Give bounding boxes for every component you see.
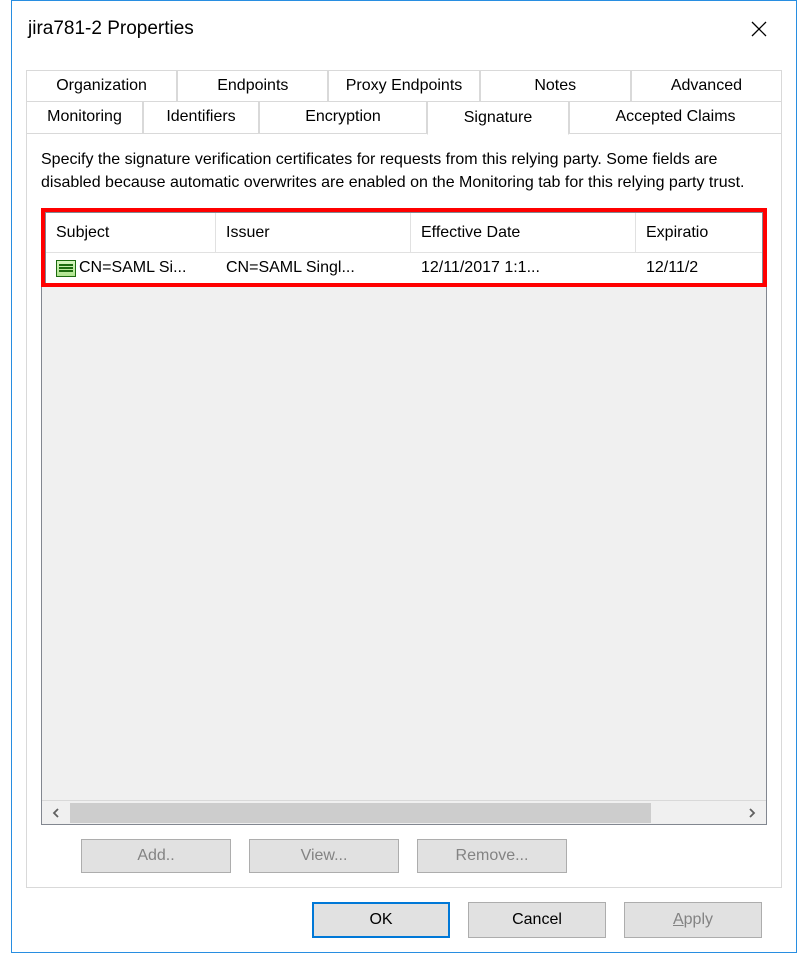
tab-monitoring[interactable]: Monitoring — [26, 101, 143, 134]
tab-notes[interactable]: Notes — [480, 70, 631, 101]
certificate-icon — [56, 260, 76, 277]
dialog-buttons: OK Cancel Apply — [26, 888, 782, 938]
cert-table-header: Subject Issuer Effective Date Expiratio — [46, 213, 762, 253]
cancel-button[interactable]: Cancel — [468, 902, 606, 938]
apply-button: Apply — [624, 902, 762, 938]
cert-table-empty-area — [42, 287, 766, 800]
cert-table-body-empty — [41, 287, 767, 825]
properties-dialog: jira781-2 Properties Organization Endpoi… — [11, 0, 797, 953]
add-button: Add.. — [81, 839, 231, 873]
cell-issuer: CN=SAML Singl... — [216, 253, 411, 283]
tab-signature[interactable]: Signature — [427, 101, 569, 135]
tab-panel-signature: Specify the signature verification certi… — [26, 133, 782, 888]
tab-container: Organization Endpoints Proxy Endpoints N… — [26, 70, 782, 888]
certificate-highlight: Subject Issuer Effective Date Expiratio … — [41, 208, 767, 287]
tab-accepted-claims[interactable]: Accepted Claims — [569, 101, 782, 134]
cert-action-buttons: Add.. View... Remove... — [81, 839, 767, 873]
window-title: jira781-2 Properties — [28, 18, 194, 40]
tab-advanced[interactable]: Advanced — [631, 70, 782, 101]
scroll-right-icon[interactable] — [738, 801, 766, 825]
remove-button: Remove... — [417, 839, 567, 873]
dialog-body: Organization Endpoints Proxy Endpoints N… — [12, 56, 796, 952]
titlebar: jira781-2 Properties — [12, 1, 796, 56]
tab-identifiers[interactable]: Identifiers — [143, 101, 259, 134]
tab-encryption[interactable]: Encryption — [259, 101, 427, 134]
scroll-track[interactable] — [70, 803, 738, 823]
horizontal-scrollbar[interactable] — [42, 800, 766, 824]
col-effective-date[interactable]: Effective Date — [411, 213, 636, 252]
cell-expiration: 12/11/2 — [636, 253, 746, 283]
tab-proxy-endpoints[interactable]: Proxy Endpoints — [328, 70, 479, 101]
col-expiration[interactable]: Expiratio — [636, 213, 746, 252]
view-button: View... — [249, 839, 399, 873]
scroll-left-icon[interactable] — [42, 801, 70, 825]
tab-endpoints[interactable]: Endpoints — [177, 70, 328, 101]
ok-button[interactable]: OK — [312, 902, 450, 938]
close-icon[interactable] — [738, 13, 780, 45]
cell-subject: CN=SAML Si... — [46, 253, 216, 283]
tab-row-2: Monitoring Identifiers Encryption Signat… — [26, 101, 782, 134]
cert-table-row[interactable]: CN=SAML Si... CN=SAML Singl... 12/11/201… — [46, 253, 762, 283]
cell-effective: 12/11/2017 1:1... — [411, 253, 636, 283]
col-issuer[interactable]: Issuer — [216, 213, 411, 252]
tab-organization[interactable]: Organization — [26, 70, 177, 101]
col-subject[interactable]: Subject — [46, 213, 216, 252]
cell-subject-text: CN=SAML Si... — [79, 259, 186, 277]
scroll-thumb[interactable] — [70, 803, 651, 823]
tab-row-1: Organization Endpoints Proxy Endpoints N… — [26, 70, 782, 101]
signature-description: Specify the signature verification certi… — [41, 148, 767, 194]
